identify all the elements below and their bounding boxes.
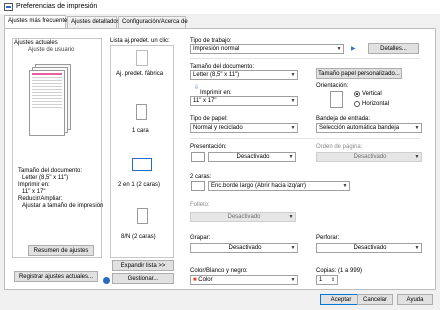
orientation-horizontal-label[interactable]: Horizontal xyxy=(362,101,389,107)
divider xyxy=(190,58,420,59)
booklet-select: Desactivado ▼ xyxy=(190,212,296,222)
job-type-select[interactable]: Impresión normal ▼ xyxy=(190,44,344,54)
tab-frequent-settings[interactable]: Ajustes más frecuentes xyxy=(4,15,70,28)
tab-detailed-settings[interactable]: Ajustes detallados xyxy=(67,16,120,28)
layout-label: Presentación: xyxy=(190,144,227,150)
input-tray-select[interactable]: Selección automática bandeja ▼ xyxy=(316,123,422,133)
print-on-select[interactable]: 11" x 17" ▼ xyxy=(190,96,298,106)
page-order-label: Orden de página: xyxy=(316,144,363,150)
register-settings-button[interactable]: Registrar ajustes actuales... xyxy=(14,271,98,282)
chevron-down-icon: ▼ xyxy=(290,98,296,104)
orientation-label: Orientación: xyxy=(316,83,349,89)
summary-line-6: Ajustar a tamaño de impresión xyxy=(22,203,104,209)
copies-label: Copias: (1 a 999) xyxy=(316,268,363,274)
chevron-down-icon: ▼ xyxy=(290,125,296,131)
summary-button[interactable]: Resumen de ajustes xyxy=(28,245,94,256)
chevron-down-icon: ▼ xyxy=(288,154,294,160)
layout-select[interactable]: Desactivado ▼ xyxy=(208,152,296,162)
title-bar: Preferencias de impresión xyxy=(0,0,440,14)
manage-button[interactable]: Gestionar... xyxy=(112,273,174,284)
user-icon xyxy=(103,277,110,284)
preset-item-8n[interactable]: 8/N (2 caras) xyxy=(121,234,156,240)
orientation-vertical-radio[interactable] xyxy=(354,91,360,97)
spinner-icon[interactable]: ⇕ xyxy=(330,277,336,283)
color-select[interactable]: ■ Color ▼ xyxy=(190,275,298,285)
arrow-down-icon: ⇩ xyxy=(194,85,200,91)
summary-line-5: Reducir/Ampliar: xyxy=(18,196,63,202)
color-label: Color/Blanco y negro: xyxy=(190,268,248,274)
preset-8n-icon[interactable] xyxy=(137,208,148,224)
staple-select[interactable]: Desactivado ▼ xyxy=(190,243,298,253)
input-tray-label: Bandeja de entrada: xyxy=(316,116,371,122)
chevron-down-icon: ▼ xyxy=(288,214,294,220)
copies-input[interactable]: 1 ⇕ xyxy=(316,275,338,285)
window-title: Preferencias de impresión xyxy=(16,3,98,10)
punch-label: Perforar: xyxy=(316,235,340,241)
paper-type-label: Tipo de papel: xyxy=(190,116,228,122)
triangle-right-icon: ▶ xyxy=(351,46,356,52)
layout-icon xyxy=(191,152,205,162)
chevron-down-icon: ▼ xyxy=(336,46,342,52)
document-preview xyxy=(29,64,71,140)
printer-icon xyxy=(4,3,13,11)
color-icon: ■ xyxy=(193,277,197,283)
preset-one-sided-icon[interactable] xyxy=(136,104,147,120)
chevron-down-icon: ▼ xyxy=(290,72,296,78)
chevron-down-icon: ▼ xyxy=(342,183,348,189)
summary-line-1: Tamaño del documento: xyxy=(18,168,83,174)
staple-label: Grapar: xyxy=(190,235,211,241)
punch-select[interactable]: Desactivado ▼ xyxy=(316,243,422,253)
duplex-label: 2 caras: xyxy=(190,174,212,180)
chevron-down-icon: ▼ xyxy=(290,245,296,251)
summary-line-2: Letter (8,5" x 11") xyxy=(22,175,69,181)
cancel-button[interactable]: Cancelar xyxy=(357,294,393,305)
tab-config-about[interactable]: Configuración/Acerca de xyxy=(118,16,188,28)
chevron-down-icon: ▼ xyxy=(414,245,420,251)
preset-factory-icon[interactable] xyxy=(136,50,148,66)
page-order-select: Desactivado ▼ xyxy=(316,152,422,162)
current-settings-header: Ajustes actuales xyxy=(14,40,58,46)
preset-item-factory[interactable]: Aj. predet. fábrica xyxy=(116,71,163,77)
summary-line-3: Imprimir en: xyxy=(18,182,50,188)
help-button[interactable]: Ayuda xyxy=(397,294,433,305)
chevron-down-icon: ▼ xyxy=(414,125,420,131)
presets-header: Lista aj.predet. un clic: xyxy=(110,38,170,44)
document-size-select[interactable]: Letter (8,5" x 11") ▼ xyxy=(190,70,298,80)
paper-type-select[interactable]: Normal y reciclado ▼ xyxy=(190,123,298,133)
chevron-down-icon: ▼ xyxy=(414,154,420,160)
preset-2in1-icon[interactable] xyxy=(132,158,152,171)
preset-item-2in1[interactable]: 2 en 1 (2 caras) xyxy=(118,182,160,188)
accept-button[interactable]: Aceptar xyxy=(320,294,362,305)
booklet-label: Folleto: xyxy=(190,202,210,208)
custom-paper-size-button[interactable]: Tamaño papel personalizado... xyxy=(316,68,402,79)
duplex-select[interactable]: Enc.borde largo (Abrir hacia izq/arr) ▼ xyxy=(208,181,350,191)
orientation-horizontal-radio[interactable] xyxy=(354,101,360,107)
duplex-icon xyxy=(191,181,205,191)
orientation-preview-icon xyxy=(330,91,343,108)
current-settings-subheader: Ajuste de usuario xyxy=(28,47,75,53)
expand-list-button[interactable]: Expandir lista >> xyxy=(112,260,174,271)
divider xyxy=(190,138,420,139)
preset-item-one-sided[interactable]: 1 cara xyxy=(132,128,149,134)
orientation-vertical-label[interactable]: Vertical xyxy=(362,91,382,97)
summary-line-4: 11" x 17" xyxy=(22,189,46,195)
details-button[interactable]: Detalles... xyxy=(368,43,419,54)
chevron-down-icon: ▼ xyxy=(290,277,296,283)
